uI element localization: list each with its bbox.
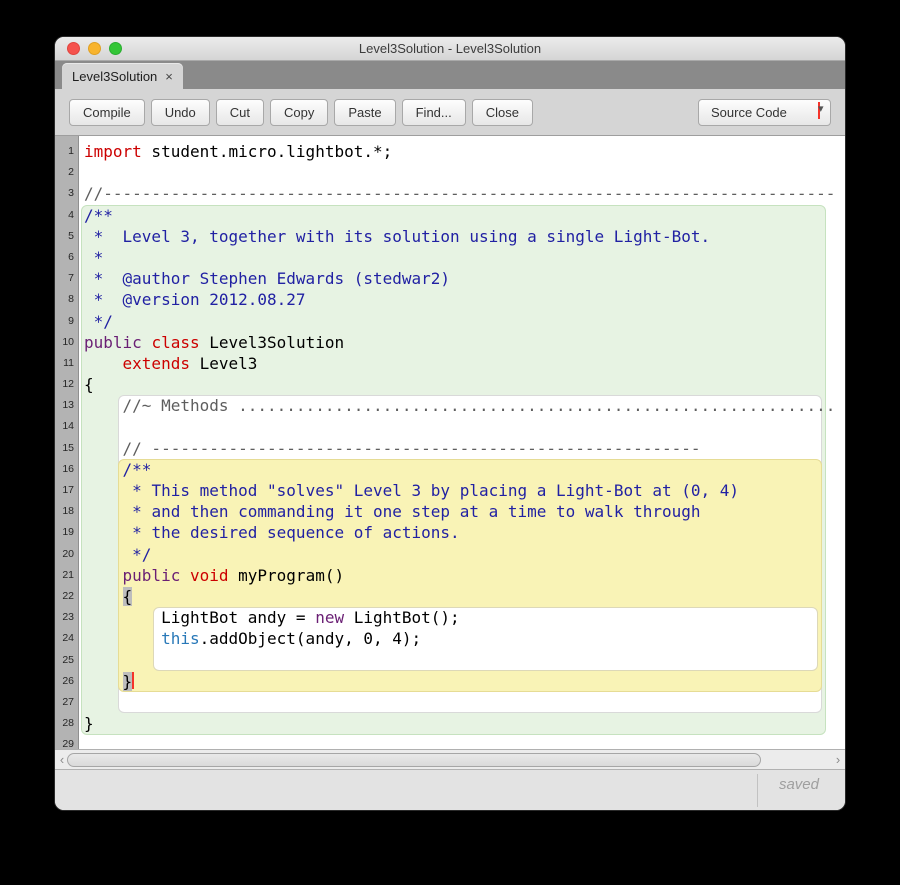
line-number: 7 xyxy=(55,268,78,289)
line-number: 29 xyxy=(55,734,78,749)
code-line[interactable] xyxy=(84,162,845,183)
line-number: 13 xyxy=(55,395,78,416)
line-number: 10 xyxy=(55,332,78,353)
line-number: 2 xyxy=(55,162,78,183)
code-line[interactable]: public void myProgram() xyxy=(84,565,845,586)
code-line[interactable]: * the desired sequence of actions. xyxy=(84,522,845,543)
code-line[interactable]: public class Level3Solution xyxy=(84,332,845,353)
code-line[interactable]: import student.micro.lightbot.*; xyxy=(84,141,845,162)
code-line[interactable]: * @version 2012.08.27 xyxy=(84,289,845,310)
code-line[interactable]: } xyxy=(84,713,845,734)
code-line[interactable]: } xyxy=(84,671,845,692)
title-bar[interactable]: Level3Solution - Level3Solution xyxy=(55,37,845,61)
code-line[interactable]: //--------------------------------------… xyxy=(84,183,845,204)
line-number: 9 xyxy=(55,311,78,332)
traffic-lights xyxy=(67,42,122,55)
toolbar: Compile Undo Cut Copy Paste Find... Clos… xyxy=(55,89,845,136)
line-number: 12 xyxy=(55,374,78,395)
zoom-window-icon[interactable] xyxy=(109,42,122,55)
line-number: 11 xyxy=(55,353,78,374)
code-line[interactable] xyxy=(84,734,845,749)
line-number: 25 xyxy=(55,650,78,671)
line-number: 17 xyxy=(55,480,78,501)
code-line[interactable]: */ xyxy=(84,544,845,565)
line-number: 16 xyxy=(55,459,78,480)
code-line[interactable]: * Level 3, together with its solution us… xyxy=(84,226,845,247)
line-number: 3 xyxy=(55,183,78,204)
scroll-right-icon[interactable]: › xyxy=(832,750,844,769)
line-number: 21 xyxy=(55,565,78,586)
line-number: 28 xyxy=(55,713,78,734)
code-editor[interactable]: 1234567891011121314151617181920212223242… xyxy=(55,136,845,749)
line-number: 24 xyxy=(55,628,78,649)
line-number: 26 xyxy=(55,671,78,692)
line-number: 15 xyxy=(55,438,78,459)
code-line[interactable]: * @author Stephen Edwards (stedwar2) xyxy=(84,268,845,289)
status-bar: saved xyxy=(55,769,845,810)
minimize-window-icon[interactable] xyxy=(88,42,101,55)
code-line[interactable]: /** xyxy=(84,205,845,226)
code-line[interactable]: //~ Methods ............................… xyxy=(84,395,845,416)
undo-button[interactable]: Undo xyxy=(151,99,210,126)
line-number: 22 xyxy=(55,586,78,607)
code-line[interactable] xyxy=(84,650,845,671)
text-cursor xyxy=(132,672,134,689)
find-button[interactable]: Find... xyxy=(402,99,466,126)
close-button[interactable]: Close xyxy=(472,99,533,126)
line-number-gutter: 1234567891011121314151617181920212223242… xyxy=(55,136,79,749)
line-number: 4 xyxy=(55,205,78,226)
line-number: 6 xyxy=(55,247,78,268)
code-line[interactable]: { xyxy=(84,374,845,395)
code-line[interactable] xyxy=(84,692,845,713)
chevron-down-icon: ▾ xyxy=(818,102,820,119)
line-number: 23 xyxy=(55,607,78,628)
code-line[interactable]: extends Level3 xyxy=(84,353,845,374)
tab-bar: Level3Solution × xyxy=(55,61,845,89)
line-number: 19 xyxy=(55,522,78,543)
horizontal-scrollbar-thumb[interactable] xyxy=(67,753,761,767)
line-number: 14 xyxy=(55,416,78,437)
code-line[interactable]: * xyxy=(84,247,845,268)
window-title: Level3Solution - Level3Solution xyxy=(55,37,845,60)
line-number: 8 xyxy=(55,289,78,310)
line-number: 1 xyxy=(55,141,78,162)
code-line[interactable]: * This method "solves" Level 3 by placin… xyxy=(84,480,845,501)
view-mode-value: Source Code xyxy=(711,105,787,120)
line-number: 20 xyxy=(55,544,78,565)
tab-close-icon[interactable]: × xyxy=(165,69,173,84)
horizontal-scrollbar[interactable]: ‹ › xyxy=(55,749,845,769)
copy-button[interactable]: Copy xyxy=(270,99,328,126)
close-window-icon[interactable] xyxy=(67,42,80,55)
status-badge: saved xyxy=(779,776,819,793)
tab-label: Level3Solution xyxy=(72,69,157,84)
code-line[interactable]: * and then commanding it one step at a t… xyxy=(84,501,845,522)
status-divider xyxy=(757,774,758,807)
code-line[interactable] xyxy=(84,416,845,437)
code-line[interactable]: /** xyxy=(84,459,845,480)
code-line[interactable]: { xyxy=(84,586,845,607)
code-line[interactable]: this.addObject(andy, 0, 4); xyxy=(84,628,845,649)
compile-button[interactable]: Compile xyxy=(69,99,145,126)
code-line[interactable]: LightBot andy = new LightBot(); xyxy=(84,607,845,628)
code-line[interactable]: */ xyxy=(84,311,845,332)
tab-level3solution[interactable]: Level3Solution × xyxy=(62,63,183,89)
line-number: 5 xyxy=(55,226,78,247)
view-mode-dropdown[interactable]: Source Code ▾ xyxy=(698,99,831,126)
editor-window: Level3Solution - Level3Solution Level3So… xyxy=(55,37,845,810)
code-line[interactable]: // -------------------------------------… xyxy=(84,438,845,459)
cut-button[interactable]: Cut xyxy=(216,99,264,126)
code-text-area[interactable]: import student.micro.lightbot.*; //------… xyxy=(84,141,845,749)
line-number: 27 xyxy=(55,692,78,713)
paste-button[interactable]: Paste xyxy=(334,99,395,126)
line-number: 18 xyxy=(55,501,78,522)
